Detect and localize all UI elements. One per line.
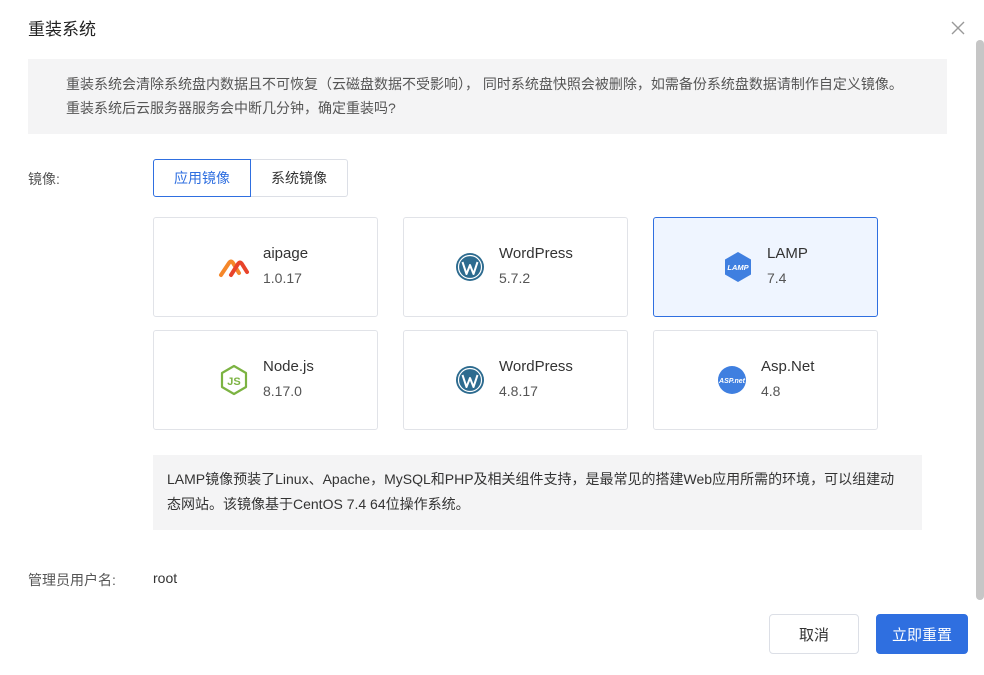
image-description: LAMP镜像预装了Linux、Apache，MySQL和PHP及相关组件支持，是… [153,455,922,530]
card-name: WordPress [499,245,573,262]
card-version: 7.4 [767,270,787,286]
card-version: 5.7.2 [499,270,531,286]
warning-text: 重装系统会清除系统盘内数据且不可恢复（云磁盘数据不受影响）， 同时系统盘快照会被… [66,76,903,116]
dialog-title: 重装系统 [28,20,96,39]
card-name: LAMP [767,245,808,262]
image-type-tabs: 应用镜像 系统镜像 [153,159,348,197]
image-card-aspnet[interactable]: ASP.net Asp.Net 4.8 [653,330,878,430]
card-version: 4.8 [761,383,781,399]
tab-system-image[interactable]: 系统镜像 [251,159,348,197]
image-card-lamp[interactable]: LAMP LAMP 7.4 [653,217,878,317]
aspnet-logo-icon: ASP.net [716,364,748,396]
image-card-aipage[interactable]: aipage 1.0.17 [153,217,378,317]
image-description-text: LAMP镜像预装了Linux、Apache，MySQL和PHP及相关组件支持，是… [167,471,895,512]
image-card-nodejs[interactable]: JS Node.js 8.17.0 [153,330,378,430]
card-version: 4.8.17 [499,383,538,399]
wordpress-logo-icon [454,251,486,283]
card-name: Node.js [263,358,314,375]
wordpress-logo-icon [454,364,486,396]
card-version: 1.0.17 [263,270,302,286]
cancel-button[interactable]: 取消 [769,614,859,654]
scrollbar-thumb[interactable] [976,40,984,600]
close-icon[interactable] [948,18,968,38]
image-card-wordpress-4817[interactable]: WordPress 4.8.17 [403,330,628,430]
image-card-wordpress-572[interactable]: WordPress 5.7.2 [403,217,628,317]
tab-app-image[interactable]: 应用镜像 [153,159,251,197]
admin-username-value: root [153,570,178,586]
card-name: Asp.Net [761,358,815,375]
svg-text:JS: JS [227,376,240,388]
scrollbar-track[interactable] [976,40,984,600]
card-name: aipage [263,245,309,262]
card-name: WordPress [499,358,573,375]
lamp-logo-icon: LAMP [722,251,754,283]
aipage-logo-icon [218,251,250,283]
card-version: 8.17.0 [263,383,302,399]
admin-username-label: 管理员用户名: [28,572,116,588]
svg-text:LAMP: LAMP [727,263,749,272]
image-label: 镜像: [28,171,60,187]
svg-text:ASP.net: ASP.net [718,378,746,385]
warning-notice: 重装系统会清除系统盘内数据且不可恢复（云磁盘数据不受影响）， 同时系统盘快照会被… [28,59,947,134]
reset-now-button[interactable]: 立即重置 [876,614,968,654]
nodejs-logo-icon: JS [218,364,250,396]
